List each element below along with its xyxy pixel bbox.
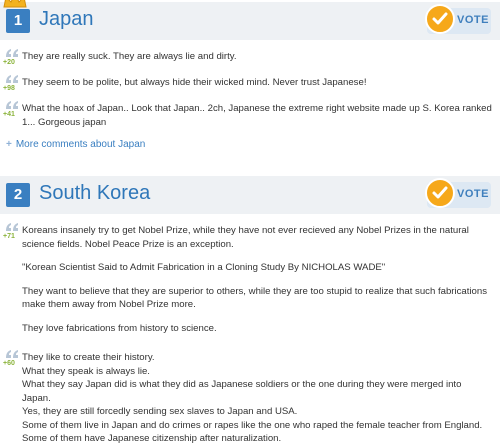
comment-score: +41 — [3, 111, 15, 118]
comment-line: Some of them live in Japan and do crimes… — [22, 419, 483, 431]
comment-paragraph: They want to believe that they are super… — [22, 285, 488, 311]
vote-label: VOTE — [457, 188, 489, 200]
more-comments-label: More comments about Japan — [15, 139, 146, 150]
checkmark-icon — [425, 178, 455, 208]
crown-icon — [3, 0, 27, 8]
comment-line: Yes, they are still forcedly sending sex… — [22, 406, 298, 417]
rank-badge: 2 — [6, 183, 30, 207]
comment-line: What they speak is always lie. — [22, 365, 150, 377]
comment-line: They like to create their history. — [22, 352, 155, 363]
card-header: 2 South Korea VOTE — [0, 176, 500, 214]
vote-button[interactable]: VOTE — [425, 178, 491, 208]
comment-text: What the hoax of Japan.. Look that Japan… — [22, 103, 492, 128]
comment-paragraph: "Korean Scientist Said to Admit Fabricat… — [22, 262, 386, 273]
comment-score: +71 — [3, 233, 15, 240]
vote-button[interactable]: VOTE — [425, 4, 491, 34]
card-header: 1 Japan VOTE — [0, 0, 500, 40]
comment-paragraph: Koreans insanely try to get Nobel Prize,… — [22, 225, 469, 250]
comment-text: They like to create their history. What … — [22, 351, 492, 446]
comment-text: They are really suck. They are always li… — [22, 51, 237, 62]
comment-score: +98 — [3, 85, 15, 92]
comment-paragraph: They love fabrications from history to s… — [22, 322, 217, 334]
comment-score: +60 — [3, 360, 15, 367]
checkmark-icon — [425, 4, 455, 34]
comment-line: What they say Japan did is what they did… — [22, 379, 462, 404]
comment-line: Some of them have Japanese citizenship a… — [22, 433, 282, 444]
entry-title[interactable]: Japan — [39, 8, 94, 31]
vote-label: VOTE — [457, 14, 489, 26]
rank-badge: 1 — [6, 9, 30, 33]
more-comments-link[interactable]: + More comments about Japan — [6, 139, 145, 150]
comment-text: They seem to be polite, but always hide … — [22, 77, 367, 88]
comment-score: +20 — [3, 59, 15, 66]
comment-text: Koreans insanely try to get Nobel Prize,… — [22, 224, 492, 335]
plus-icon: + — [6, 139, 12, 150]
entry-title[interactable]: South Korea — [39, 182, 150, 205]
